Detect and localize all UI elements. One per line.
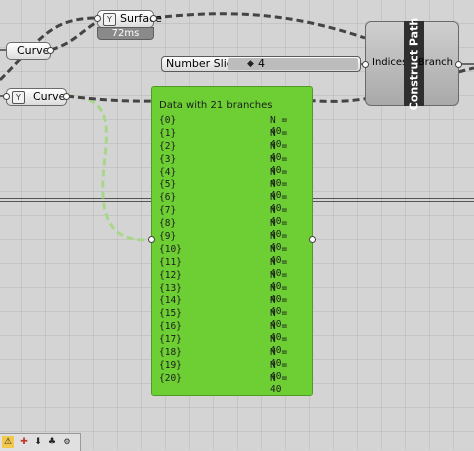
panel-row: {3} N = 40	[159, 153, 303, 176]
panel-row: {5} N = 40	[159, 179, 303, 201]
panel-row: {19} N = 40	[159, 359, 303, 382]
branch-path: {8}	[159, 218, 177, 230]
panel-row: {7} N = 40	[159, 205, 303, 227]
branch-path: {12}	[159, 269, 182, 281]
branch-path: {1}	[159, 127, 177, 139]
branch-path: {17}	[159, 334, 182, 346]
settings-icon[interactable]: ⚙	[61, 436, 73, 448]
tree-icon[interactable]: ♣	[46, 436, 58, 448]
branch-path: {11}	[159, 256, 182, 268]
panel-row: {12} N = 40	[159, 269, 303, 292]
branch-path: {16}	[159, 321, 182, 333]
panel-row: {1} N = 40	[159, 127, 303, 150]
profiler-time: 72ms	[97, 27, 154, 40]
panel-row: {16} N = 40	[159, 321, 303, 343]
import-icon[interactable]: ⬇	[32, 436, 44, 448]
branch-path: {20}	[159, 372, 182, 384]
branch-path: {15}	[159, 308, 182, 320]
indices-input-plug[interactable]	[362, 61, 369, 68]
panel-output-plug[interactable]	[309, 236, 316, 243]
surface-parameter[interactable]: Y Surface	[94, 10, 162, 28]
branch-path: {13}	[159, 282, 182, 294]
panel-row: {6} N = 40	[159, 192, 303, 214]
panel-row: {17} N = 40	[159, 334, 303, 356]
panel-row: {10} N = 40	[159, 243, 303, 266]
param-y-icon: Y	[103, 13, 116, 26]
branch-path: {19}	[159, 359, 182, 371]
branch-path: {5}	[159, 179, 177, 191]
panel-header: Data with 21 branches	[159, 100, 273, 111]
panel-row: {9} N = 40	[159, 231, 303, 253]
indices-input-label: Indices	[372, 57, 408, 68]
output-plug[interactable]	[63, 93, 70, 100]
slider-grip-icon[interactable]: ◆	[247, 57, 254, 71]
branch-path: {6}	[159, 192, 177, 204]
canvas-toolbar: ⚠ ✚ ⬇ ♣ ⚙	[0, 433, 81, 451]
grasshopper-canvas[interactable]: Y Surface 72ms Curve Y Curve Number Slid…	[0, 0, 474, 451]
output-plug[interactable]	[47, 47, 54, 54]
output-plug[interactable]	[150, 15, 157, 22]
panel-row: {11} N = 40	[159, 256, 303, 279]
branch-path: {18}	[159, 347, 182, 359]
surface-out-wire	[153, 12, 366, 40]
panel-row: {18} N = 40	[159, 347, 303, 369]
branch-path: {4}	[159, 166, 177, 178]
curve-label: Curve	[33, 90, 66, 103]
panel-row: {4} N = 40	[159, 166, 303, 189]
panel-input-wire	[66, 94, 152, 242]
curve-parameter[interactable]: Y Curve	[3, 88, 70, 106]
branch-path: {0}	[159, 115, 177, 126]
branch-path: {14}	[159, 295, 182, 307]
branch-path: {9}	[159, 231, 177, 243]
panel-row: {8} N = 40	[159, 218, 303, 240]
panel-row: {0} N = 40	[159, 115, 303, 137]
panel-input-plug[interactable]	[148, 236, 155, 243]
warning-icon[interactable]: ⚠	[2, 436, 14, 448]
curve-parameter[interactable]: Curve	[6, 42, 54, 60]
data-panel[interactable]: Data with 21 branches {0} N = 40 {1} N = 40…	[148, 86, 316, 396]
construct-path-component[interactable]: Indices Construct Path Branch	[362, 17, 462, 110]
branch-count: N = 40	[270, 372, 288, 395]
branch-path: {3}	[159, 153, 177, 165]
panel-row: {15} N = 40	[159, 308, 303, 330]
panel-row: {14} N = 40	[159, 295, 303, 317]
panel-rows: {0} N = 40 {1} N = 40 {2} N = 40 {3} N = 40 {4} N…	[159, 115, 303, 395]
curve-label: Curve	[17, 44, 50, 57]
add-icon[interactable]: ✚	[18, 436, 30, 448]
branch-path: {7}	[159, 205, 177, 217]
branch-output-plug[interactable]	[455, 61, 462, 68]
panel-row: {20} N = 40	[159, 372, 303, 395]
branch-output-label: Branch	[417, 57, 453, 68]
slider-value: 4	[258, 57, 265, 70]
number-slider[interactable]: Number Slider ◆ 4	[161, 56, 361, 72]
branch-path: {2}	[159, 140, 177, 152]
branch-path: {10}	[159, 243, 182, 255]
panel-row: {13} N = 40	[159, 282, 303, 305]
param-y-icon: Y	[12, 91, 25, 104]
input-plug[interactable]	[94, 15, 101, 22]
input-plug[interactable]	[3, 93, 10, 100]
panel-row: {2} N = 40	[159, 140, 303, 163]
